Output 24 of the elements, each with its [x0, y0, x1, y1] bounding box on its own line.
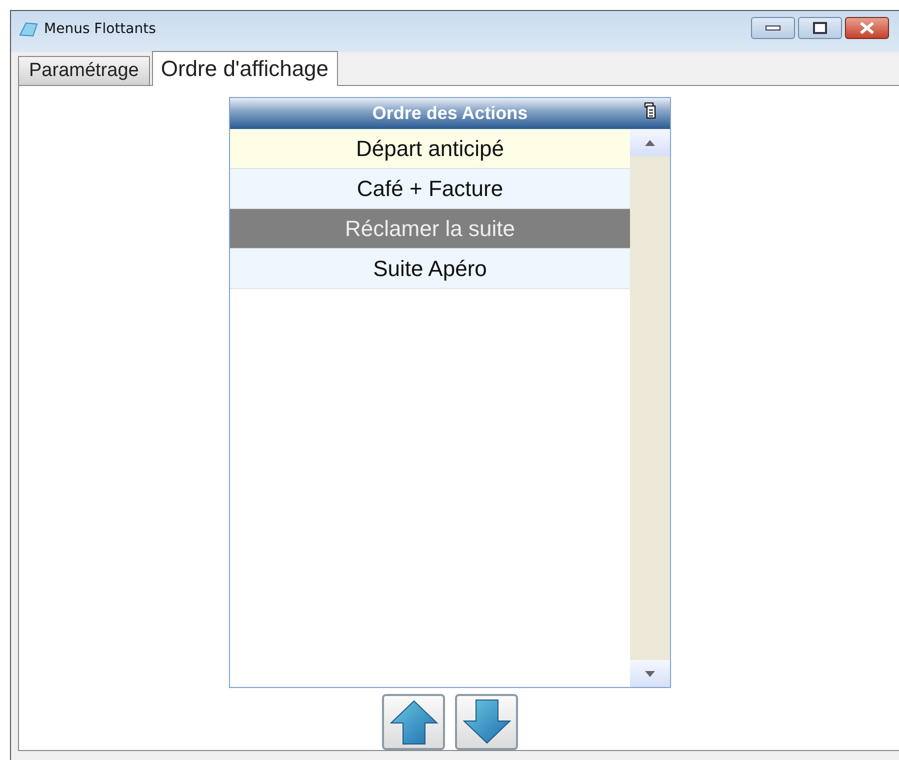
scroll-down-button[interactable]: [630, 660, 670, 687]
close-button[interactable]: [845, 17, 889, 39]
tab[interactable]: Paramétrage: [18, 56, 150, 85]
up-triangle-icon: [645, 140, 655, 146]
app-icon: [18, 21, 38, 37]
list-item[interactable]: Départ anticipé: [230, 129, 630, 169]
move-down-button[interactable]: [455, 694, 518, 750]
up-arrow-icon: [388, 699, 438, 745]
list-item[interactable]: Café + Facture: [230, 169, 630, 209]
minimize-icon: [765, 24, 781, 32]
minimize-button[interactable]: [751, 17, 795, 39]
move-up-button[interactable]: [382, 694, 445, 750]
down-arrow-icon: [462, 699, 512, 745]
scroll-up-button[interactable]: [630, 129, 670, 156]
document-icon: [644, 102, 656, 119]
maximize-button[interactable]: [798, 17, 842, 39]
window-title: Menus Flottants: [44, 20, 156, 38]
maximize-icon: [813, 22, 827, 34]
tab[interactable]: Ordre d'affichage: [152, 51, 338, 86]
list-title: Ordre des Actions: [372, 102, 528, 125]
list-item[interactable]: Suite Apéro: [230, 249, 630, 289]
down-triangle-icon: [645, 670, 655, 676]
scrollbar[interactable]: [630, 129, 670, 687]
close-icon: [859, 21, 875, 35]
